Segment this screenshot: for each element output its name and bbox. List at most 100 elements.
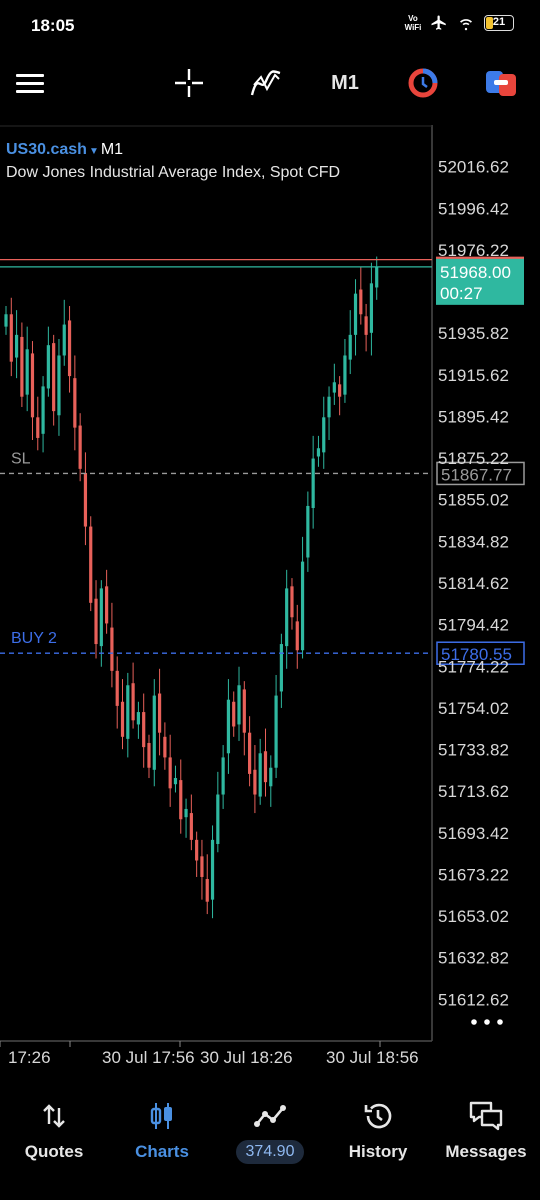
candle-body <box>353 293 358 335</box>
candle-body <box>285 588 289 647</box>
candle-body <box>290 586 294 618</box>
candle-body <box>89 526 93 603</box>
symbol-header[interactable]: US30.cash ▼ M1 <box>6 141 123 159</box>
candle-body <box>57 355 61 416</box>
price-tick-label: 51814.62 <box>438 574 509 593</box>
candle-body <box>338 384 342 397</box>
candle-body <box>359 289 363 315</box>
time-tick-label: 30 Jul 17:56 <box>102 1048 195 1067</box>
price-tick-label: 51875.22 <box>438 449 509 468</box>
price-tick-label: 51996.42 <box>438 199 509 218</box>
candle-body <box>189 813 193 840</box>
battery-icon: 21 <box>484 15 514 31</box>
candlestick-chart[interactable]: 51968.0000:27SL51867.77BUY 251780.55 520… <box>0 125 540 1071</box>
candle-body <box>232 701 236 727</box>
more-horizontal-icon[interactable] <box>471 1019 503 1025</box>
level-price-label: 51867.77 <box>441 465 512 484</box>
candle-body <box>300 561 305 651</box>
chart-toolbar: M1 <box>0 52 540 114</box>
one-click-trading-icon[interactable] <box>406 66 440 100</box>
airplane-icon <box>431 15 446 30</box>
candle-body <box>152 695 156 770</box>
candle-body <box>269 767 273 787</box>
candle-body <box>73 378 77 428</box>
candle-body <box>105 586 109 624</box>
nav-quotes-label: Quotes <box>24 1142 84 1161</box>
crosshair-icon[interactable] <box>172 66 206 100</box>
price-tick-label: 51834.82 <box>438 532 509 551</box>
candle-body <box>242 689 246 733</box>
candle-body <box>147 742 151 768</box>
candle-body <box>221 757 225 795</box>
candle-body <box>110 627 114 671</box>
nav-charts[interactable]: Charts <box>108 1090 216 1170</box>
wifi-icon <box>460 19 472 31</box>
nav-messages[interactable]: Messages <box>432 1090 540 1170</box>
candle-body <box>343 355 347 395</box>
trade-profit-badge: 374.90 <box>235 1140 305 1164</box>
candle-body <box>332 382 336 393</box>
candle-body <box>210 839 215 900</box>
candle-body <box>62 324 66 356</box>
candle-body <box>274 695 278 768</box>
vowifi-label: Vo WiFi <box>404 14 422 32</box>
trade-icon[interactable] <box>484 66 518 100</box>
time-tick-label: 30 Jul 18:56 <box>326 1048 419 1067</box>
price-tick-label: 51612.62 <box>438 990 509 1009</box>
bottom-nav: Quotes Charts 374.90 History Messages <box>0 1090 540 1200</box>
candle-body <box>94 598 98 645</box>
candle-body <box>248 732 252 774</box>
price-tick-label: 51653.02 <box>438 907 509 926</box>
candle-countdown-label: 00:27 <box>440 284 483 303</box>
status-icons: Vo WiFi 21 <box>404 14 514 32</box>
candle-body <box>179 780 183 820</box>
candle-body <box>46 345 50 389</box>
candle-body <box>173 778 178 785</box>
history-clock-icon <box>362 1100 394 1132</box>
trade-line-icon <box>254 1100 286 1132</box>
candle-body <box>163 736 167 758</box>
nav-history[interactable]: History <box>324 1090 432 1170</box>
candle-body <box>67 320 72 377</box>
candle-body <box>157 693 162 733</box>
candle-body <box>195 839 199 861</box>
price-tick-label: 51915.62 <box>438 366 509 385</box>
candle-body <box>295 621 299 651</box>
candle-body <box>20 336 24 397</box>
symbol-timeframe: M1 <box>100 141 124 158</box>
nav-trade[interactable]: 374.90 <box>216 1090 324 1170</box>
level-label[interactable]: BUY 2 <box>11 630 57 647</box>
candle-body <box>41 386 45 434</box>
candle-body <box>237 685 241 725</box>
menu-icon[interactable] <box>14 66 46 100</box>
chart-area[interactable]: 51968.00 00:27 SL 51867.77 BUY 2 51780.55 520… <box>0 125 540 1071</box>
more-dot <box>471 1019 477 1025</box>
more-dot <box>484 1019 490 1025</box>
candle-body <box>253 769 257 795</box>
nav-history-label: History <box>348 1142 408 1161</box>
price-tick-label: 51733.82 <box>438 741 509 760</box>
symbol-name[interactable]: US30.cash <box>6 141 87 158</box>
symbol-description: Dow Jones Industrial Average Index, Spot… <box>6 164 341 181</box>
symbol-dropdown-icon[interactable]: ▼ <box>89 146 99 157</box>
level-label[interactable]: SL <box>11 450 31 467</box>
candle-body <box>52 343 56 412</box>
status-bar: 18:05 Vo WiFi 21 <box>0 0 540 52</box>
current-price-label: 51968.00 <box>440 263 511 282</box>
candle-body <box>200 856 204 877</box>
price-tick-label: 51713.62 <box>438 782 509 801</box>
candle-body <box>369 283 374 333</box>
price-tick-label: 51693.42 <box>438 824 509 843</box>
nav-quotes[interactable]: Quotes <box>0 1090 108 1170</box>
time-tick-label: 17:26 <box>8 1048 51 1067</box>
candle-body <box>205 879 209 902</box>
candle-body <box>306 505 310 558</box>
price-tick-label: 51754.02 <box>438 699 509 718</box>
candle-body <box>216 794 220 844</box>
indicators-icon[interactable] <box>248 66 284 100</box>
candle-body <box>30 353 35 418</box>
candle-body <box>136 712 140 725</box>
timeframe-label[interactable]: M1 <box>326 66 364 100</box>
candle-body <box>120 701 125 737</box>
candle-body <box>322 417 326 453</box>
